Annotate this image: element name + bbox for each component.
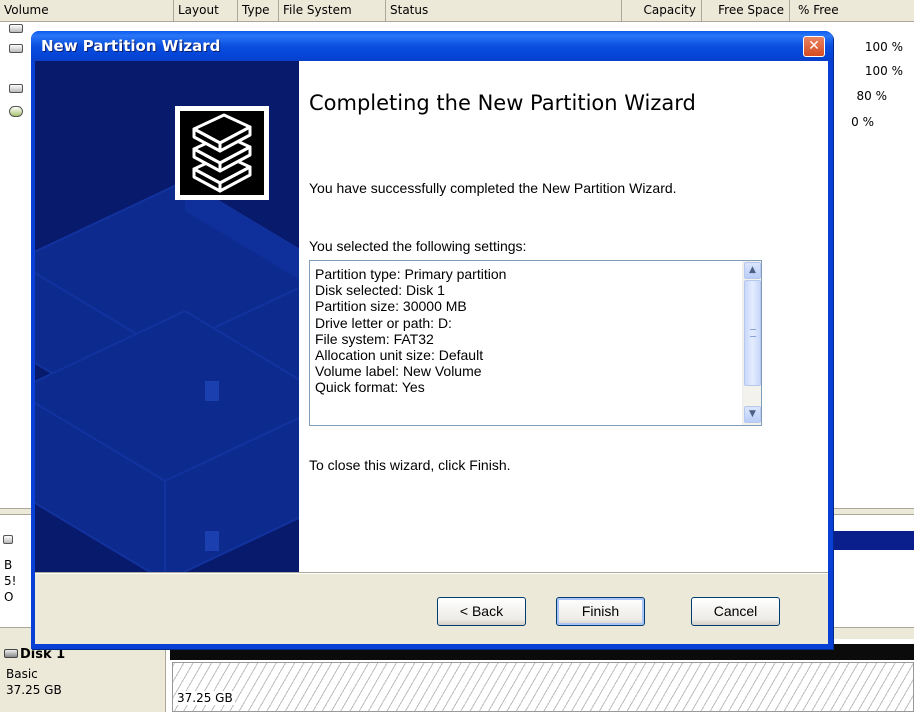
cancel-button[interactable]: Cancel bbox=[691, 597, 780, 626]
close-icon: ✕ bbox=[808, 38, 820, 54]
disk0-info-panel: B 5! O bbox=[0, 515, 32, 627]
setting-item: Volume label: New Volume bbox=[315, 363, 482, 380]
setting-item: Drive letter or path: D: bbox=[315, 314, 452, 331]
footer-divider bbox=[35, 572, 828, 574]
wizard-client-area: Completing the New Partition Wizard You … bbox=[35, 61, 828, 644]
scroll-grip-icon bbox=[750, 329, 756, 337]
settings-summary-box[interactable]: Partition type: Primary partition Disk s… bbox=[309, 260, 762, 426]
back-button[interactable]: < Back bbox=[437, 597, 526, 626]
close-hint-text: To close this wizard, click Finish. bbox=[309, 457, 511, 473]
scroll-down-button[interactable]: ▼ bbox=[744, 406, 761, 423]
column-free-space[interactable]: Free Space bbox=[702, 0, 790, 22]
disk1-size: 37.25 GB bbox=[6, 683, 62, 697]
unallocated-region[interactable]: 37.25 GB bbox=[172, 662, 914, 712]
disk0-status-partial: O bbox=[4, 590, 14, 604]
title-bar[interactable]: New Partition Wizard ✕ bbox=[31, 31, 833, 61]
disk1-info-panel[interactable]: Disk 1 Basic 37.25 GB bbox=[0, 639, 166, 712]
column-percent-free[interactable]: % Free bbox=[790, 0, 914, 22]
column-layout[interactable]: Layout bbox=[174, 0, 238, 22]
percent-free-value: 100 % bbox=[864, 64, 903, 78]
percent-free-value: 100 % bbox=[864, 40, 903, 54]
volume-list-header: Volume Layout Type File System Status Ca… bbox=[0, 0, 914, 22]
column-file-system[interactable]: File System bbox=[279, 0, 386, 22]
disk-icon bbox=[3, 535, 13, 544]
column-status[interactable]: Status bbox=[386, 0, 622, 22]
settings-label: You selected the following settings: bbox=[309, 238, 527, 254]
setting-item: Partition type: Primary partition bbox=[315, 266, 507, 282]
settings-scrollbar[interactable]: ▲ ▼ bbox=[742, 261, 761, 425]
window-title: New Partition Wizard bbox=[41, 37, 221, 55]
disk0-size-partial: 5! bbox=[4, 574, 17, 588]
success-message: You have successfully completed the New … bbox=[309, 180, 677, 196]
cd-drive-icon bbox=[9, 106, 23, 117]
scroll-thumb[interactable] bbox=[744, 280, 761, 386]
disk1-type: Basic bbox=[6, 667, 38, 681]
disk-icon bbox=[9, 84, 23, 93]
new-partition-wizard-window: New Partition Wizard ✕ Completing the Ne… bbox=[31, 31, 833, 649]
column-type[interactable]: Type bbox=[238, 0, 279, 22]
wizard-heading: Completing the New Partition Wizard bbox=[309, 91, 696, 115]
column-capacity[interactable]: Capacity bbox=[622, 0, 702, 22]
disk1-title: Disk 1 bbox=[20, 647, 66, 662]
disk-icon bbox=[9, 44, 23, 53]
disk0-partition-bar bbox=[825, 531, 914, 550]
setting-item: Partition size: 30000 MB bbox=[315, 298, 467, 315]
setting-item: Disk selected: Disk 1 bbox=[315, 282, 445, 299]
percent-free-value: 0 % bbox=[851, 115, 874, 129]
setting-item: Quick format: Yes bbox=[315, 379, 425, 396]
scroll-up-icon: ▲ bbox=[749, 265, 756, 275]
close-button[interactable]: ✕ bbox=[803, 36, 825, 57]
stacked-disks-logo-icon bbox=[175, 106, 269, 200]
setting-item: Allocation unit size: Default bbox=[315, 347, 484, 364]
scroll-up-button[interactable]: ▲ bbox=[744, 262, 761, 279]
settings-list: Partition type: Primary partition Disk s… bbox=[315, 266, 735, 396]
disk-icon bbox=[4, 649, 18, 658]
finish-button[interactable]: Finish bbox=[556, 597, 645, 626]
wizard-banner bbox=[35, 61, 299, 572]
column-volume[interactable]: Volume bbox=[0, 0, 174, 22]
disk0-type-partial: B bbox=[4, 558, 13, 572]
wizard-content: Completing the New Partition Wizard You … bbox=[299, 61, 828, 572]
disk-icon bbox=[9, 24, 23, 33]
percent-free-value: 80 % bbox=[856, 89, 888, 103]
scroll-down-icon: ▼ bbox=[749, 409, 756, 419]
unallocated-size: 37.25 GB bbox=[177, 691, 235, 705]
setting-item: File system: FAT32 bbox=[315, 330, 434, 347]
